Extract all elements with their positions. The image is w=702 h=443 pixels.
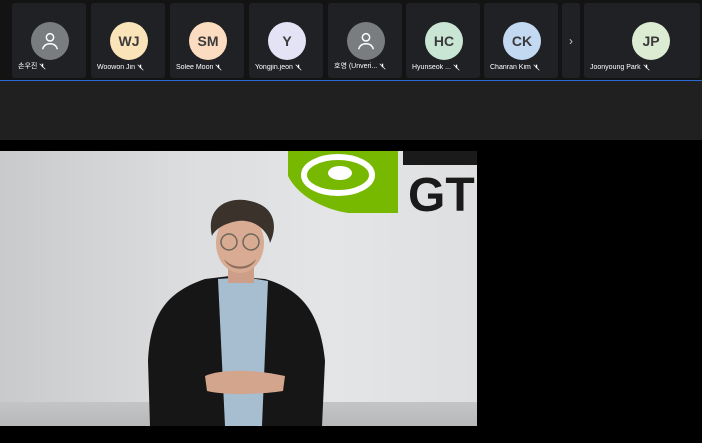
mic-off-icon bbox=[39, 62, 46, 70]
participant-tile[interactable]: 손우진 bbox=[12, 3, 86, 78]
participant-tile[interactable]: HC Hyunseok ... bbox=[406, 3, 480, 78]
participant-tile[interactable]: 호영 (Unveri... bbox=[328, 3, 402, 78]
participant-name: Woowon Jin bbox=[97, 64, 161, 71]
mic-off-icon bbox=[215, 64, 222, 71]
mic-off-icon bbox=[295, 64, 302, 71]
chevron-left-icon[interactable]: ‹ bbox=[0, 30, 6, 50]
participant-name: Chanran Kim bbox=[490, 64, 554, 71]
person-icon bbox=[357, 32, 375, 50]
avatar: HC bbox=[425, 22, 463, 60]
avatar bbox=[347, 22, 385, 60]
meeting-toolbar-area bbox=[0, 81, 702, 140]
participant-tile[interactable]: Y Yongjin.jeon bbox=[249, 3, 323, 78]
participant-tile[interactable]: JP Joonyoung Park bbox=[584, 3, 700, 78]
avatar: WJ bbox=[110, 22, 148, 60]
participant-name: 손우진 bbox=[18, 61, 82, 71]
presenter-figure bbox=[148, 199, 325, 426]
avatar: Y bbox=[268, 22, 306, 60]
avatar bbox=[31, 22, 69, 60]
participant-name: Yongjin.jeon bbox=[255, 64, 319, 71]
mic-off-icon bbox=[379, 62, 386, 70]
participant-name: Hyunseok ... bbox=[412, 64, 476, 71]
chevron-right-icon[interactable]: › bbox=[562, 3, 580, 78]
participant-tile[interactable]: WJ Woowon Jin bbox=[91, 3, 165, 78]
avatar: SM bbox=[189, 22, 227, 60]
avatar: CK bbox=[503, 22, 541, 60]
mic-off-icon bbox=[453, 64, 460, 71]
mic-off-icon bbox=[533, 64, 540, 71]
avatar: JP bbox=[632, 22, 670, 60]
mic-off-icon bbox=[137, 64, 144, 71]
participant-tile[interactable]: SM Solee Moon bbox=[170, 3, 244, 78]
person-icon bbox=[41, 32, 59, 50]
participant-strip: ‹ 손우진 WJ Woowon Jin SM Solee Moon Y Yong… bbox=[0, 0, 702, 81]
participant-name: Joonyoung Park bbox=[590, 64, 696, 71]
participant-name: 호영 (Unveri... bbox=[334, 61, 398, 71]
participant-tile[interactable]: CK Chanran Kim bbox=[484, 3, 558, 78]
participant-name: Solee Moon bbox=[176, 64, 240, 71]
shared-video[interactable]: GT bbox=[0, 151, 477, 426]
mic-off-icon bbox=[643, 64, 650, 71]
